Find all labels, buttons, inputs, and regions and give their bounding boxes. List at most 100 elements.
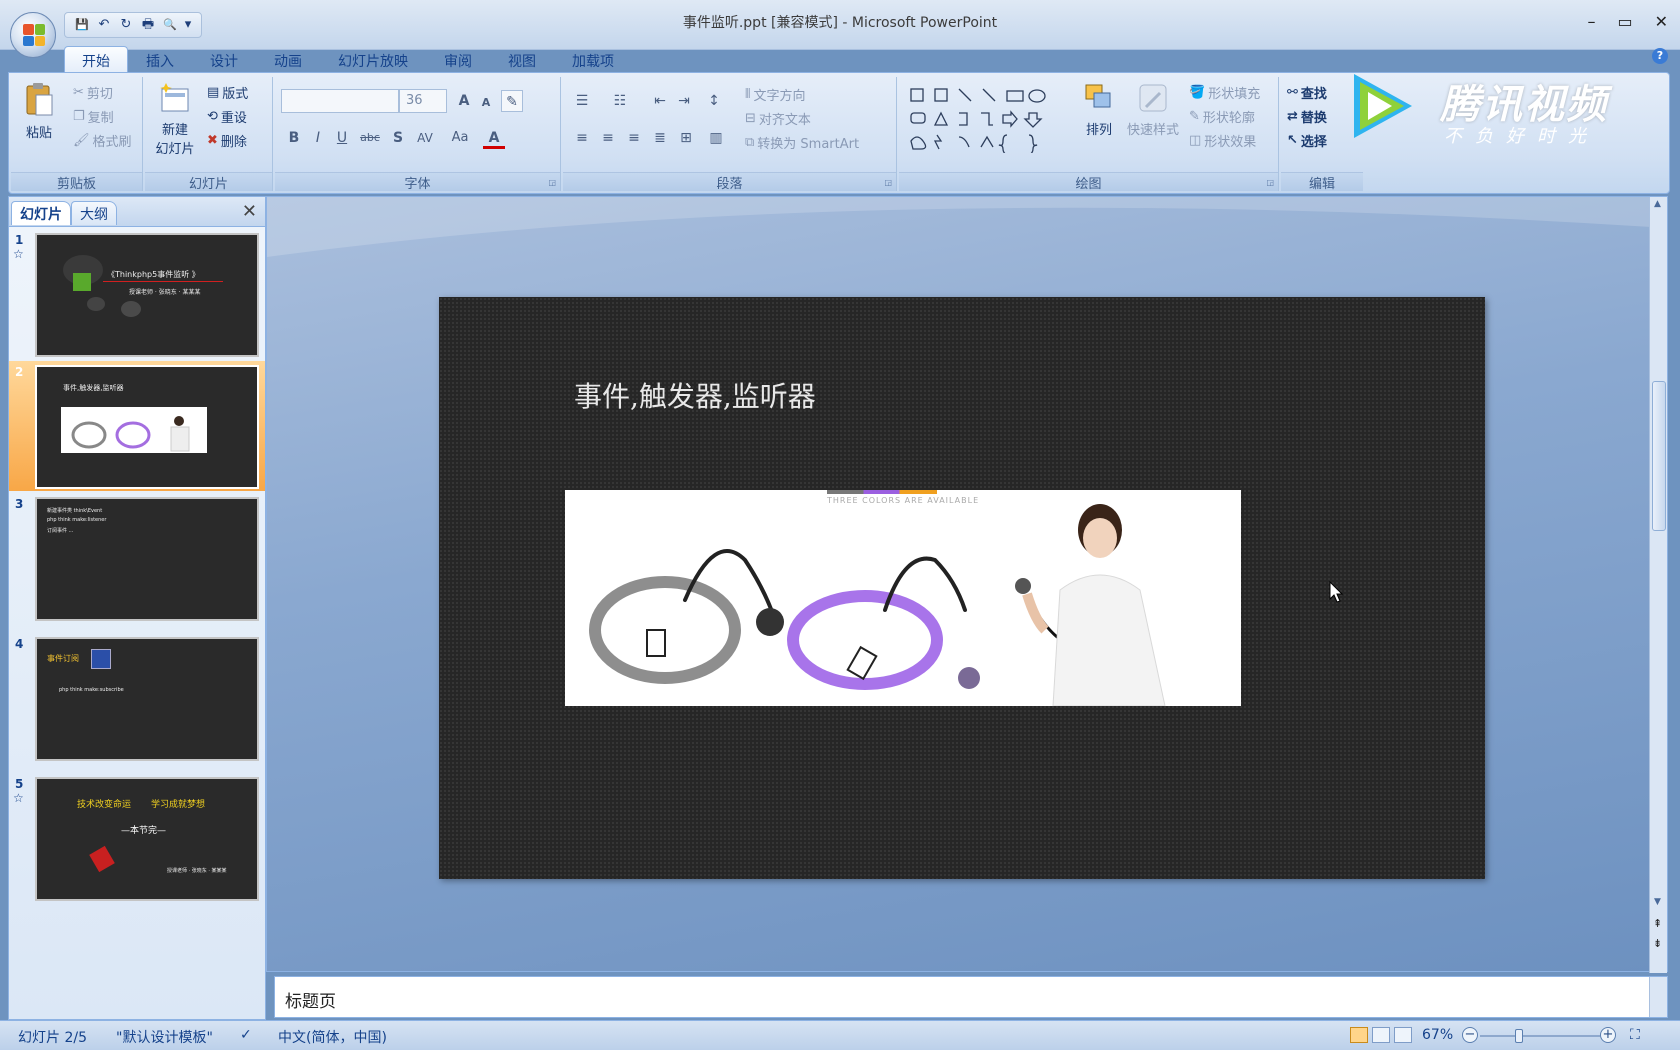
slideshow-button[interactable] — [1394, 1027, 1412, 1043]
prev-slide-icon[interactable]: ⇞ — [1653, 917, 1662, 930]
smartart-label: 转换为 SmartArt — [757, 137, 860, 152]
new-slide-button[interactable]: 新建 幻灯片 — [149, 81, 201, 157]
slide-thumbnail-2[interactable]: 2 事件,触发器,监听器 — [9, 361, 265, 491]
tab-home[interactable]: 开始 — [64, 46, 128, 72]
align-center-icon[interactable]: ≡ — [597, 127, 619, 149]
zoom-out-button[interactable]: − — [1462, 1027, 1478, 1043]
layout-button[interactable]: ▤ 版式 — [207, 83, 248, 102]
next-slide-icon[interactable]: ⇟ — [1653, 937, 1662, 950]
shrink-font-button[interactable]: A — [475, 92, 497, 114]
language-indicator[interactable]: 中文(简体，中国) — [278, 1027, 387, 1047]
copy-button[interactable]: ❐ 复制 — [73, 107, 114, 126]
font-color-button[interactable]: A — [483, 127, 505, 149]
shape-effects-button[interactable]: ◫ 形状效果 — [1189, 131, 1256, 150]
increase-indent-icon[interactable]: ⇥ — [673, 90, 695, 112]
paragraph-dialog-launcher-icon[interactable]: ◲ — [884, 178, 892, 187]
slide-thumbnail-5[interactable]: 5 ☆ 技术改变命运 学习成就梦想 —本节完— 授课老师 · 张晓东 · 某某某 — [9, 773, 265, 903]
quick-styles-button[interactable]: 快速样式 — [1123, 81, 1183, 138]
format-painter-button[interactable]: 🖌 格式刷 — [73, 131, 132, 150]
arrange-label: 排列 — [1085, 123, 1112, 138]
drawing-dialog-launcher-icon[interactable]: ◲ — [1266, 178, 1274, 187]
tab-outline[interactable]: 大纲 — [71, 201, 117, 225]
slide-thumbnail-3[interactable]: 3 新建事件类 think\Event php think make:liste… — [9, 493, 265, 623]
normal-view-button[interactable] — [1350, 1027, 1368, 1043]
select-button[interactable]: ↖ 选择 — [1287, 131, 1327, 150]
align-right-icon[interactable]: ≡ — [623, 127, 645, 149]
grow-font-button[interactable]: A — [453, 90, 475, 112]
tab-insert[interactable]: 插入 — [128, 46, 192, 72]
strikethrough-button[interactable]: abc — [357, 127, 383, 149]
scroll-down-icon[interactable]: ▼ — [1654, 897, 1661, 907]
tab-slides[interactable]: 幻灯片 — [11, 201, 71, 225]
replace-label: 替换 — [1300, 111, 1327, 126]
tab-addins[interactable]: 加载项 — [554, 46, 632, 72]
notes-pane[interactable]: 标题页 — [274, 976, 1668, 1018]
tab-design[interactable]: 设计 — [192, 46, 256, 72]
zoom-slider-knob[interactable] — [1515, 1029, 1523, 1043]
distribute-icon[interactable]: ⊞ — [675, 127, 697, 149]
zoom-slider[interactable] — [1480, 1035, 1600, 1037]
minimize-button[interactable]: – — [1587, 12, 1595, 31]
pen-icon: ✎ — [1189, 109, 1200, 124]
slide-sorter-button[interactable] — [1372, 1027, 1390, 1043]
font-dialog-launcher-icon[interactable]: ◲ — [548, 178, 556, 187]
slide-thumbnail-4[interactable]: 4 事件订阅 php think make:subscribe — [9, 633, 265, 763]
thumb-text: 《Thinkphp5事件监听 》 — [107, 270, 200, 279]
shadow-button[interactable]: S — [387, 127, 409, 149]
arrange-button[interactable]: 排列 — [1077, 81, 1121, 138]
stethoscope-image[interactable]: THREE COLORS ARE AVAILABLE — [565, 490, 1241, 706]
smartart-button[interactable]: ⧉ 转换为 SmartArt — [745, 133, 859, 152]
align-text-button[interactable]: ⊟ 对齐文本 — [745, 109, 811, 128]
close-button[interactable]: ✕ — [1655, 12, 1668, 31]
bullets-icon[interactable]: ☰ — [571, 90, 593, 112]
slides-group: 新建 幻灯片 ▤ 版式 ⟲ 重设 ✖ 删除 幻灯片 — [145, 77, 273, 192]
shape-fill-label: 形状填充 — [1208, 87, 1261, 102]
char-spacing-button[interactable]: AV — [411, 127, 439, 149]
line-spacing-icon[interactable]: ↕ — [703, 90, 725, 112]
scroll-up-icon[interactable]: ▲ — [1654, 199, 1661, 209]
vertical-scrollbar[interactable]: ▲ ▼ ⇞ ⇟ — [1649, 197, 1667, 973]
align-left-icon[interactable]: ≡ — [571, 127, 593, 149]
zoom-in-button[interactable]: + — [1600, 1027, 1616, 1043]
numbering-icon[interactable]: ☷ — [609, 90, 631, 112]
clear-format-icon[interactable]: ✎ — [501, 90, 523, 112]
zoom-level[interactable]: 67% — [1422, 1027, 1453, 1043]
fit-to-window-icon[interactable]: ⛶ — [1630, 1027, 1640, 1043]
bold-button[interactable]: B — [283, 127, 305, 149]
font-size-combo[interactable]: 36 — [399, 89, 447, 113]
justify-icon[interactable]: ≣ — [649, 127, 671, 149]
columns-icon[interactable]: ▥ — [705, 127, 727, 149]
maximize-button[interactable]: ▭ — [1617, 12, 1632, 31]
shape-fill-button[interactable]: 🪣 形状填充 — [1189, 83, 1260, 102]
tab-animations[interactable]: 动画 — [256, 46, 320, 72]
italic-button[interactable]: I — [307, 127, 329, 149]
slide-thumbnail-1[interactable]: 1 ☆ 《Thinkphp5事件监听 》 授课老师 · 张晓东 · 某某某 — [9, 229, 265, 359]
spellcheck-icon[interactable]: ✓ — [240, 1027, 252, 1043]
scroll-thumb[interactable] — [1652, 381, 1666, 531]
notes-text[interactable]: 标题页 — [285, 992, 336, 1012]
slide-title[interactable]: 事件,触发器,监听器 — [574, 375, 816, 415]
paste-button[interactable]: 粘贴 — [17, 81, 61, 141]
delete-slide-button[interactable]: ✖ 删除 — [207, 131, 247, 150]
decrease-indent-icon[interactable]: ⇤ — [649, 90, 671, 112]
underline-button[interactable]: U — [331, 127, 353, 149]
tab-view[interactable]: 视图 — [490, 46, 554, 72]
stethoscope-illustration — [589, 504, 1166, 706]
shapes-gallery[interactable] — [907, 85, 1057, 153]
tab-review[interactable]: 审阅 — [426, 46, 490, 72]
office-button[interactable] — [10, 12, 56, 58]
replace-button[interactable]: ⇄ 替换 — [1287, 107, 1327, 126]
delete-icon: ✖ — [207, 133, 218, 148]
shape-outline-button[interactable]: ✎ 形状轮廓 — [1189, 107, 1255, 126]
notes-scrollbar[interactable] — [1649, 977, 1667, 1017]
close-pane-icon[interactable]: ✕ — [242, 201, 257, 222]
reset-button[interactable]: ⟲ 重设 — [207, 107, 247, 126]
font-name-combo[interactable] — [281, 89, 399, 113]
help-icon[interactable]: ? — [1652, 48, 1668, 64]
tab-slideshow[interactable]: 幻灯片放映 — [320, 46, 426, 72]
find-button[interactable]: ⚯ 查找 — [1287, 83, 1327, 102]
change-case-button[interactable]: Aa — [447, 127, 473, 149]
cut-button[interactable]: ✂ 剪切 — [73, 83, 113, 102]
slide-editor[interactable]: 事件,触发器,监听器 THREE COLORS ARE AVAILABLE ▲ … — [266, 196, 1668, 973]
text-direction-button[interactable]: ⫴ 文字方向 — [745, 85, 805, 104]
